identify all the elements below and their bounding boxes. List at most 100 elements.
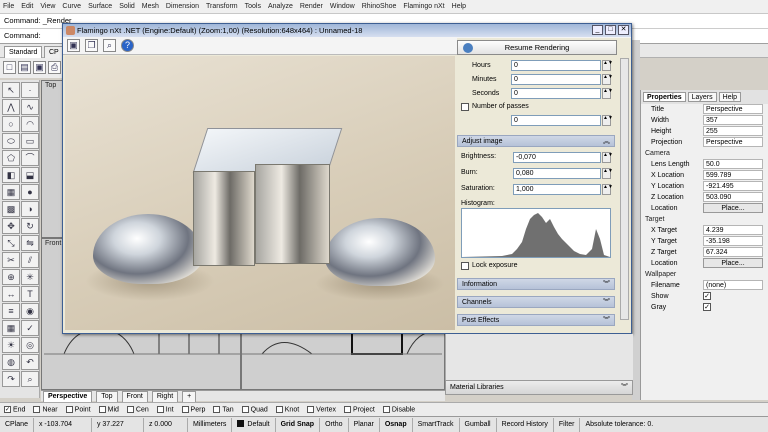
gray-checkbox[interactable]: ✓: [703, 303, 711, 311]
height-field[interactable]: 255: [703, 126, 763, 136]
curve-icon[interactable]: ∿: [21, 99, 39, 115]
osnap-checkbox[interactable]: [241, 405, 249, 413]
tab-standard[interactable]: Standard: [4, 46, 43, 58]
dimension-icon[interactable]: ↔: [2, 286, 20, 302]
open-folder-icon[interactable]: ▤: [18, 61, 31, 74]
tab-layers[interactable]: Layers: [687, 92, 717, 102]
filename-field[interactable]: (none): [703, 280, 763, 290]
menu-tools[interactable]: Tools: [245, 3, 261, 10]
menu-edit[interactable]: Edit: [21, 3, 33, 10]
target-place-button[interactable]: Place...: [703, 258, 763, 268]
tab-cp[interactable]: CP: [44, 46, 64, 58]
z-target-field[interactable]: 67.324: [703, 247, 763, 257]
camera-place-button[interactable]: Place...: [703, 203, 763, 213]
burn-spinner[interactable]: ▲▼: [602, 168, 613, 179]
gumball-toggle[interactable]: Gumball: [460, 417, 497, 432]
polygon-icon[interactable]: ⬠: [2, 150, 20, 166]
seconds-spinner[interactable]: ▲▼: [602, 88, 613, 99]
mesh-icon[interactable]: ▩: [2, 201, 20, 217]
sphere-icon[interactable]: ●: [21, 184, 39, 200]
hours-spinner[interactable]: ▲▼: [602, 60, 613, 71]
channels-section[interactable]: Channels ︾: [457, 296, 615, 308]
split-icon[interactable]: ⫽: [21, 252, 39, 268]
fillet-icon[interactable]: ⌒: [21, 150, 39, 166]
redo-icon[interactable]: ↷: [2, 371, 20, 387]
osnap-int[interactable]: Int: [156, 405, 174, 413]
grid-snap-toggle[interactable]: Grid Snap: [276, 417, 321, 432]
menu-analyze[interactable]: Analyze: [268, 3, 293, 10]
osnap-checkbox[interactable]: [98, 405, 106, 413]
material-libraries-section[interactable]: Material Libraries ︾: [445, 380, 633, 395]
adjust-image-section[interactable]: Adjust image ︽: [457, 135, 615, 147]
osnap-near[interactable]: Near: [33, 405, 58, 413]
save-image-icon[interactable]: ▣: [67, 39, 80, 52]
osnap-point[interactable]: Point: [65, 405, 91, 413]
minutes-field[interactable]: 0: [511, 74, 601, 85]
menu-transform[interactable]: Transform: [206, 3, 238, 10]
camera-icon[interactable]: ◎: [21, 337, 39, 353]
hours-field[interactable]: 0: [511, 60, 601, 71]
cplane-label[interactable]: CPlane: [0, 417, 34, 432]
settings-scrollbar[interactable]: [620, 58, 629, 320]
menu-mesh[interactable]: Mesh: [142, 3, 159, 10]
menu-surface[interactable]: Surface: [88, 3, 112, 10]
save-icon[interactable]: ▣: [33, 61, 46, 74]
arc-icon[interactable]: ◠: [21, 116, 39, 132]
mirror-icon[interactable]: ⇋: [21, 235, 39, 251]
ortho-toggle[interactable]: Ortho: [320, 417, 349, 432]
y-location-field[interactable]: -921.495: [703, 181, 763, 191]
minimize-button[interactable]: _: [592, 25, 603, 35]
z-location-field[interactable]: 503.090: [703, 192, 763, 202]
osnap-checkbox[interactable]: [156, 405, 164, 413]
osnap-checkbox[interactable]: [275, 405, 283, 413]
box-icon[interactable]: ▦: [2, 184, 20, 200]
osnap-vertex[interactable]: Vertex: [307, 405, 336, 413]
zoom-icon[interactable]: ⌕: [103, 39, 116, 52]
menu-help[interactable]: Help: [452, 3, 466, 10]
record-history-toggle[interactable]: Record History: [497, 417, 554, 432]
undo-icon[interactable]: ↶: [21, 354, 39, 370]
osnap-toggle[interactable]: Osnap: [380, 417, 413, 432]
menu-render[interactable]: Render: [300, 3, 323, 10]
scale-icon[interactable]: ⤡: [2, 235, 20, 251]
new-file-icon[interactable]: □: [3, 61, 16, 74]
osnap-checkbox[interactable]: [382, 405, 390, 413]
tab-properties[interactable]: Properties: [643, 92, 686, 102]
osnap-checkbox[interactable]: [181, 405, 189, 413]
osnap-checkbox[interactable]: ✓: [4, 405, 11, 413]
osnap-mid[interactable]: Mid: [98, 405, 119, 413]
trim-icon[interactable]: ✂: [2, 252, 20, 268]
saturation-field[interactable]: 1,000: [513, 184, 601, 195]
lock-exposure-checkbox[interactable]: [461, 262, 469, 270]
lens-length-field[interactable]: 50.0: [703, 159, 763, 169]
filter-toggle[interactable]: Filter: [554, 417, 581, 432]
osnap-end[interactable]: ✓ End: [4, 405, 25, 413]
y-target-field[interactable]: -35.198: [703, 236, 763, 246]
planar-toggle[interactable]: Planar: [349, 417, 380, 432]
width-field[interactable]: 357: [703, 115, 763, 125]
move-icon[interactable]: ✥: [2, 218, 20, 234]
surface-icon[interactable]: ◧: [2, 167, 20, 183]
osnap-project[interactable]: Project: [344, 405, 375, 413]
menu-view[interactable]: View: [40, 3, 55, 10]
grid-icon[interactable]: ▦: [2, 320, 20, 336]
passes-spinner[interactable]: ▲▼: [602, 115, 613, 126]
title-field[interactable]: Perspective: [703, 104, 763, 114]
seconds-field[interactable]: 0: [511, 88, 601, 99]
select-arrow-icon[interactable]: ↖: [2, 82, 20, 98]
minutes-spinner[interactable]: ▲▼: [602, 74, 613, 85]
join-icon[interactable]: ⊕: [2, 269, 20, 285]
menu-window[interactable]: Window: [330, 3, 355, 10]
polyline-icon[interactable]: ⋀: [2, 99, 20, 115]
menu-dimension[interactable]: Dimension: [166, 3, 199, 10]
help-icon[interactable]: ?: [121, 39, 134, 52]
brightness-field[interactable]: -0,070: [513, 152, 601, 163]
copy-icon[interactable]: ❐: [85, 39, 98, 52]
osnap-tan[interactable]: Tan: [213, 405, 234, 413]
layer-icon[interactable]: ≡: [2, 303, 20, 319]
osnap-perp[interactable]: Perp: [181, 405, 205, 413]
circle-icon[interactable]: ○: [2, 116, 20, 132]
light-icon[interactable]: ☀: [2, 337, 20, 353]
material-icon[interactable]: ◍: [2, 354, 20, 370]
menu-file[interactable]: File: [3, 3, 14, 10]
